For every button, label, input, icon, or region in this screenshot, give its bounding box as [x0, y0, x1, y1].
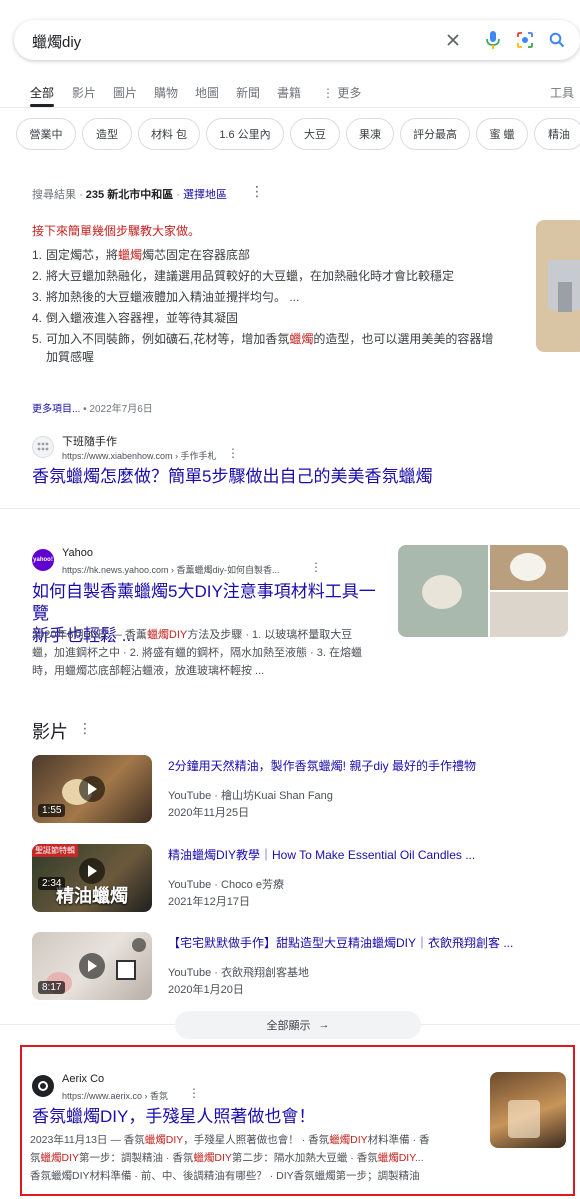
aerix-favicon	[32, 1075, 54, 1097]
chip-jelly[interactable]: 果凍	[346, 118, 394, 150]
location-more-icon[interactable]: ⋮	[250, 183, 264, 200]
video-title-link[interactable]: 【宅宅默默做手作】甜點造型大豆精油蠟燭DIY｜衣飲飛翔創客 ...	[168, 934, 528, 951]
chip-beeswax[interactable]: 蜜 蠟	[476, 118, 528, 150]
video-duration: 8:17	[38, 981, 66, 994]
snippet-text: 2023年11月13日 — 香氛	[30, 1134, 145, 1146]
chip-soy[interactable]: 大豆	[290, 118, 340, 150]
keyword-highlight: 蠟燭DIY	[329, 1134, 368, 1146]
snippet-text: 第二步：隔水加熱大豆蠟 · 香氛	[231, 1152, 378, 1164]
arrow-right-icon: →	[318, 1019, 330, 1031]
snippet-text: ...	[414, 1152, 424, 1164]
step-item: 5. 可加入不同裝飾，例如礦石,花材等，增加香氛蠟燭的造型，也可以選用美美的容器增…	[32, 332, 494, 364]
video-meta: YouTube · 衣飲飛翔創客基地 2020年1月20日	[168, 967, 310, 996]
chip-top-rated[interactable]: 評分最高	[400, 118, 470, 150]
video-badge: 聖誕節特輯	[32, 844, 78, 857]
play-icon	[79, 953, 105, 979]
tab-images[interactable]: 圖片	[113, 84, 137, 101]
step-item: 1. 固定燭芯，將蠟燭燭芯固定在容器底部	[32, 248, 251, 262]
tools-button[interactable]: 工具	[550, 84, 574, 101]
snippet-text: 第一步：調製精油 · 香氛	[79, 1152, 194, 1164]
location-place: 235 新北市中和區	[85, 189, 174, 201]
xiabenhow-url: https://www.xiabenhow.com › 手作手札	[62, 451, 217, 461]
yahoo-url: https://hk.news.yahoo.com › 香薰蠟燭diy-如何自製…	[62, 565, 280, 575]
yahoo-snippet: 2020年8月30日 — 香薰蠟燭DIY方法及步驟 · 1. 以玻璃杯量取大豆 …	[32, 629, 363, 677]
keyword-highlight: 蠟燭DIY	[144, 1134, 184, 1146]
clear-icon[interactable]	[442, 29, 464, 51]
keyword-highlight: 蠟燭DIY	[40, 1152, 80, 1164]
active-tab-indicator	[30, 104, 54, 107]
step-item: 2. 將大豆蠟加熱融化，建議選用品質較好的大豆蠟，在加熱融化時才會比較穩定	[32, 269, 455, 283]
yahoo-favicon: yahoo!	[32, 549, 54, 571]
search-input[interactable]: 蠟燭diy	[32, 31, 81, 52]
xiabenhow-more-icon[interactable]: ⋮	[227, 446, 239, 460]
step-item: 4. 倒入蠟液進入容器裡，並等待其凝固	[32, 311, 239, 325]
yahoo-more-icon[interactable]: ⋮	[310, 560, 322, 574]
chip-essential-oil[interactable]: 精油	[534, 118, 580, 150]
keyword-highlight: 蠟燭DIY	[377, 1152, 415, 1164]
location-line: 搜尋結果 · 235 新北市中和區 · 選擇地區	[32, 189, 228, 201]
yahoo-thumbnail[interactable]	[398, 545, 568, 637]
search-icon[interactable]	[546, 29, 568, 51]
yahoo-source-name: Yahoo	[62, 547, 93, 559]
choose-region-link[interactable]: 選擇地區	[183, 189, 227, 201]
search-tabs: 全部 影片 圖片 購物 地圖 新聞 書籍 ⋮ 更多 工具	[0, 80, 580, 108]
xiabenhow-source-name: 下班隨手作	[62, 436, 117, 448]
more-items-link[interactable]: 更多項目...	[32, 404, 80, 415]
chip-shape[interactable]: 造型	[82, 118, 132, 150]
keyword-highlight: 蠟燭DIY	[193, 1152, 232, 1164]
tab-books[interactable]: 書籍	[277, 84, 301, 101]
aerix-thumbnail[interactable]	[490, 1072, 566, 1148]
video-thumbnail[interactable]: 聖誕節特輯 精油蠟燭 2:34	[32, 844, 152, 912]
video-title-link[interactable]: 精油蠟燭DIY教學｜How To Make Essential Oil Cand…	[168, 846, 528, 863]
chip-distance[interactable]: 1.6 公里內	[206, 118, 284, 150]
featured-title-link[interactable]: 香氛蠟燭怎麼做？簡單5步驟做出自己的美美香氛蠟燭	[32, 466, 432, 488]
location-prefix: 搜尋結果	[32, 189, 76, 201]
divider	[0, 508, 580, 509]
video-meta: YouTube · 檜山坊Kuai Shan Fang 2020年11月25日	[168, 790, 333, 819]
tab-videos[interactable]: 影片	[72, 84, 96, 101]
chip-material-kit[interactable]: 材料 包	[138, 118, 200, 150]
more-menu[interactable]: ⋮ 更多	[322, 84, 361, 101]
video-title-link[interactable]: 2分鐘用天然精油，製作香氛蠟燭! 親子diy 最好的手作禮物	[168, 757, 528, 774]
search-bar[interactable]: 蠟燭diy	[14, 20, 580, 60]
featured-heading: 接下來簡單幾個步驟教大家做。	[32, 224, 201, 238]
snippet-text: ，手殘星人照著做也會！ · 香氛	[183, 1134, 330, 1146]
aerix-more-icon[interactable]: ⋮	[188, 1086, 200, 1100]
xiabenhow-favicon	[32, 436, 54, 458]
video-thumbnail[interactable]: 8:17	[32, 932, 152, 1000]
tab-maps[interactable]: 地圖	[195, 84, 219, 101]
aerix-url: https://www.aerix.co › 香氛	[62, 1091, 169, 1101]
tab-all[interactable]: 全部	[30, 84, 54, 101]
mic-icon[interactable]	[482, 29, 504, 51]
featured-steps: 1. 固定燭芯，將蠟燭燭芯固定在容器底部 2. 將大豆蠟加熱融化，建議選用品質較好的…	[32, 246, 502, 369]
play-icon	[79, 776, 105, 802]
videos-more-icon[interactable]: ⋮	[78, 720, 92, 737]
snippet-text: 材料準備 · 香	[367, 1134, 430, 1146]
show-all-videos-button[interactable]: 全部顯示 →	[175, 1011, 421, 1039]
tab-shopping[interactable]: 購物	[154, 84, 178, 101]
tab-news[interactable]: 新聞	[236, 84, 260, 101]
play-icon	[79, 858, 105, 884]
aerix-title-link[interactable]: 香氛蠟燭DIY，手殘星人照著做也會！	[32, 1106, 315, 1128]
video-duration: 2:34	[38, 877, 66, 890]
aerix-snippet: 2023年11月13日 — 香氛蠟燭DIY，手殘星人照著做也會！ · 香氛蠟燭D…	[30, 1134, 430, 1182]
lens-icon[interactable]	[514, 29, 536, 51]
step-item: 3. 將加熱後的大豆蠟液體加入精油並攪拌均勻。 ...	[32, 290, 300, 304]
more-dots-icon: ⋮	[322, 86, 338, 100]
aerix-source-name: Aerix Co	[62, 1073, 105, 1085]
video-thumb-text: 精油蠟燭	[56, 886, 128, 906]
featured-more-row: 更多項目... • 2022年7月6日	[32, 404, 153, 415]
featured-thumbnail[interactable]	[536, 220, 580, 352]
video-meta: YouTube · Choco e芳療 2021年12月17日	[168, 879, 284, 908]
chip-open-now[interactable]: 營業中	[16, 118, 76, 150]
snippet-text: 氛	[30, 1152, 41, 1164]
video-duration: 1:55	[38, 804, 66, 817]
videos-heading: 影片	[32, 722, 68, 742]
video-thumbnail[interactable]: 1:55	[32, 755, 152, 823]
